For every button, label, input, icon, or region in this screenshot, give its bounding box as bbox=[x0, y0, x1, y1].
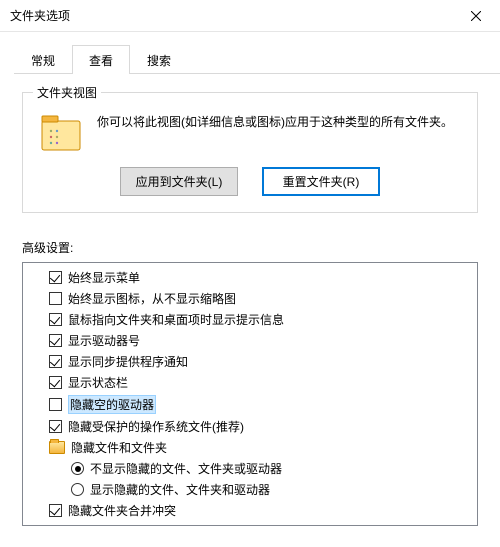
window-title: 文件夹选项 bbox=[10, 7, 454, 24]
item-label: 显示状态栏 bbox=[68, 374, 128, 391]
radio-icon[interactable] bbox=[71, 483, 84, 496]
item-label: 隐藏文件和文件夹 bbox=[71, 439, 167, 456]
checkbox-icon[interactable] bbox=[49, 334, 62, 347]
checkbox-icon[interactable] bbox=[49, 398, 62, 411]
folder-view-desc: 你可以将此视图(如详细信息或图标)应用于这种类型的所有文件夹。 bbox=[97, 113, 461, 153]
folder-icon bbox=[39, 113, 83, 153]
list-item[interactable]: 隐藏文件和文件夹 bbox=[27, 437, 477, 458]
tab-view[interactable]: 查看 bbox=[72, 45, 130, 74]
checkbox-icon[interactable] bbox=[49, 292, 62, 305]
list-item[interactable]: 鼠标指向文件夹和桌面项时显示提示信息 bbox=[27, 309, 477, 330]
item-label: 显示驱动器号 bbox=[68, 332, 140, 349]
groupbox-title: 文件夹视图 bbox=[33, 84, 101, 101]
item-label: 隐藏文件夹合并冲突 bbox=[68, 502, 176, 519]
list-item[interactable]: 不显示隐藏的文件、文件夹或驱动器 bbox=[27, 458, 477, 479]
button-row: 应用到文件夹(L) 重置文件夹(R) bbox=[39, 167, 461, 196]
folder-view-group: 文件夹视图 你可以将此视图(如详细信息或图标)应用于这种类型的所有文件夹。 应用… bbox=[22, 92, 478, 213]
folder-view-row: 你可以将此视图(如详细信息或图标)应用于这种类型的所有文件夹。 bbox=[39, 113, 461, 153]
list-item[interactable]: 显示状态栏 bbox=[27, 372, 477, 393]
item-label: 始终显示图标，从不显示缩略图 bbox=[68, 290, 236, 307]
reset-folders-button[interactable]: 重置文件夹(R) bbox=[262, 167, 380, 196]
advanced-settings-list[interactable]: 始终显示菜单始终显示图标，从不显示缩略图鼠标指向文件夹和桌面项时显示提示信息显示… bbox=[22, 262, 478, 526]
advanced-label: 高级设置: bbox=[22, 239, 478, 256]
list-item[interactable]: 始终显示图标，从不显示缩略图 bbox=[27, 288, 477, 309]
checkbox-icon[interactable] bbox=[49, 313, 62, 326]
item-label: 显示隐藏的文件、文件夹和驱动器 bbox=[90, 481, 270, 498]
list-item[interactable]: 隐藏受保护的操作系统文件(推荐) bbox=[27, 416, 477, 437]
checkbox-icon[interactable] bbox=[49, 355, 62, 368]
tab-general[interactable]: 常规 bbox=[14, 45, 72, 74]
tab-search[interactable]: 搜索 bbox=[130, 45, 188, 74]
titlebar: 文件夹选项 bbox=[0, 0, 500, 32]
apply-to-folders-button[interactable]: 应用到文件夹(L) bbox=[120, 167, 238, 196]
item-label: 隐藏空的驱动器 bbox=[68, 395, 156, 414]
item-label: 不显示隐藏的文件、文件夹或驱动器 bbox=[90, 460, 282, 477]
close-icon[interactable] bbox=[454, 1, 498, 31]
list-item[interactable]: 隐藏空的驱动器 bbox=[27, 393, 477, 416]
item-label: 鼠标指向文件夹和桌面项时显示提示信息 bbox=[68, 311, 284, 328]
list-item[interactable]: 显示驱动器号 bbox=[27, 330, 477, 351]
checkbox-icon[interactable] bbox=[49, 376, 62, 389]
checkbox-icon[interactable] bbox=[49, 271, 62, 284]
tabs: 常规 查看 搜索 bbox=[14, 44, 500, 74]
folder-icon bbox=[49, 441, 65, 454]
list-item[interactable]: 显示隐藏的文件、文件夹和驱动器 bbox=[27, 479, 477, 500]
item-label: 显示同步提供程序通知 bbox=[68, 353, 188, 370]
item-label: 隐藏受保护的操作系统文件(推荐) bbox=[68, 418, 244, 435]
radio-icon[interactable] bbox=[71, 462, 84, 475]
list-item[interactable]: 显示同步提供程序通知 bbox=[27, 351, 477, 372]
list-item[interactable]: 隐藏文件夹合并冲突 bbox=[27, 500, 477, 521]
checkbox-icon[interactable] bbox=[49, 420, 62, 433]
item-label: 始终显示菜单 bbox=[68, 269, 140, 286]
list-item[interactable]: 始终显示菜单 bbox=[27, 267, 477, 288]
checkbox-icon[interactable] bbox=[49, 504, 62, 517]
tab-content: 文件夹视图 你可以将此视图(如详细信息或图标)应用于这种类型的所有文件夹。 应用… bbox=[0, 74, 500, 526]
